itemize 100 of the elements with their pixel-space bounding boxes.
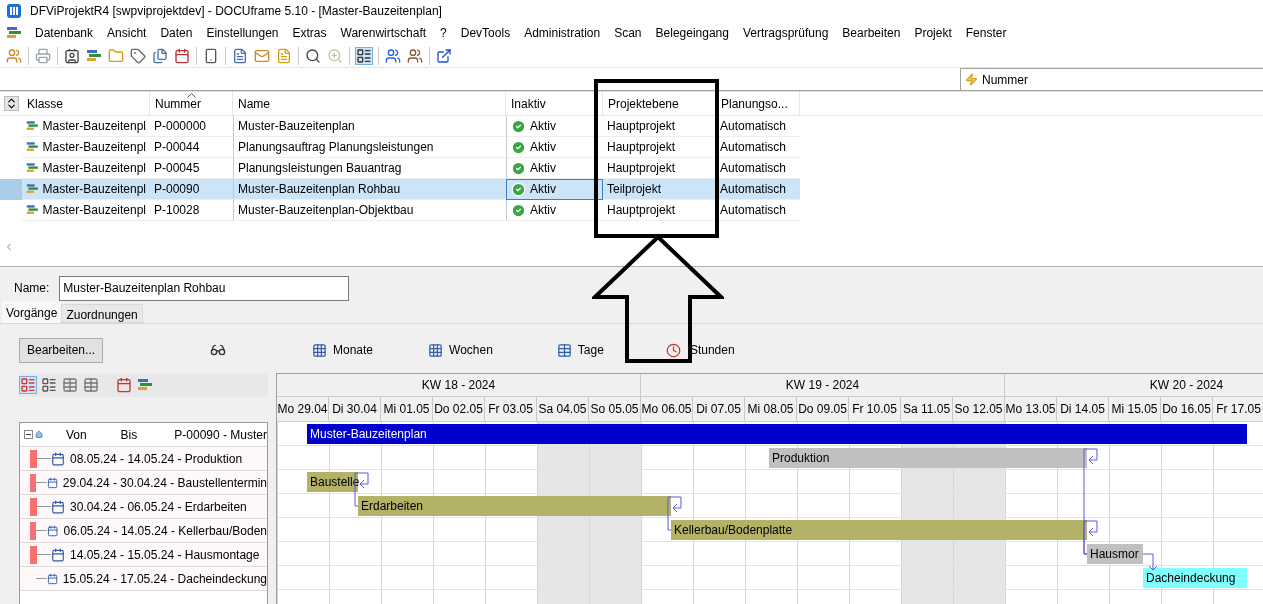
day-header: Mo 13.05 xyxy=(1005,397,1057,421)
name-field[interactable]: Muster-Bauzeitenplan Rohbau xyxy=(59,275,350,301)
glasses-icon[interactable] xyxy=(210,342,227,358)
window-title: DFViProjektR4 [swpviprojektdev] - DOCUframe 5.10 - [Master-Bauzeitenplan] xyxy=(30,3,442,20)
view-button[interactable]: Wochen xyxy=(428,341,493,359)
table-icon xyxy=(556,342,572,358)
day-header: Do 09.05 xyxy=(797,397,849,421)
table-cell: Master-Bauzeitenpl xyxy=(22,116,150,137)
tab[interactable]: Zuordnungen xyxy=(61,304,143,323)
check-icon xyxy=(511,139,526,155)
column-header[interactable]: Planungso... xyxy=(716,92,800,115)
menu-item[interactable]: Datenbank xyxy=(34,24,95,42)
gantt-bar[interactable]: Hausmor xyxy=(1087,544,1143,564)
edit-button[interactable]: Bearbeiten... xyxy=(19,337,104,363)
table-row[interactable]: Master-Bauzeitenpl P-00090 Muster-Bauzeitenplan Rohbau Aktiv Teilprojekt Automatisch xyxy=(0,179,1263,200)
table-row[interactable]: Master-Bauzeitenpl P-000000 Muster-Bauzeitenplan Aktiv Hauptprojekt Automatisch xyxy=(0,116,1263,137)
table-row[interactable]: Master-Bauzeitenpl P-00044 Planungsauftrag Planungsleistungen Aktiv Hauptprojekt Automatisch xyxy=(0,137,1263,158)
menu-item[interactable]: Warenwirtschaft xyxy=(339,24,428,42)
calendar-icon xyxy=(47,523,59,538)
calendar-icon xyxy=(51,451,65,466)
menu-item[interactable]: Daten xyxy=(159,24,194,42)
day-header: Do 02.05 xyxy=(433,397,485,421)
document-icon[interactable] xyxy=(232,47,248,64)
day-header: Sa 04.05 xyxy=(537,397,589,421)
menu-item[interactable]: Vertragsprüfung xyxy=(741,24,830,42)
contact-card-icon[interactable] xyxy=(64,47,80,64)
gantt-icon xyxy=(86,48,102,63)
form-icon[interactable] xyxy=(41,377,57,393)
stacked-bars-icon xyxy=(26,140,39,154)
menu-item[interactable]: Extras xyxy=(291,24,328,42)
clock-icon xyxy=(665,342,681,358)
mail-icon[interactable] xyxy=(254,47,270,64)
menu-item[interactable]: Bearbeiten xyxy=(841,24,902,42)
column-header[interactable]: Inaktiv xyxy=(506,92,603,115)
week-header: KW 19 - 2024 xyxy=(641,374,1005,396)
grid-icon xyxy=(312,342,327,358)
menu-item[interactable]: Einstellungen xyxy=(205,24,280,42)
gantt-bar[interactable]: Erdarbeiten xyxy=(358,496,671,516)
menu-item[interactable]: Fenster xyxy=(964,24,1008,42)
menu-item[interactable]: Projekt xyxy=(913,24,953,42)
column-header[interactable]: Name xyxy=(233,92,506,115)
table-cell: Hauptprojekt xyxy=(603,116,716,137)
search-icon[interactable] xyxy=(305,47,321,64)
users-icon[interactable] xyxy=(6,47,22,64)
gantt-bar[interactable]: Produktion xyxy=(769,448,1087,468)
table-icon[interactable] xyxy=(62,377,78,393)
table-cell: Hauptprojekt xyxy=(603,137,716,158)
column-header[interactable]: Nummer xyxy=(150,92,233,115)
table-icon[interactable] xyxy=(83,377,99,393)
day-header: So 05.05 xyxy=(589,397,641,421)
day-header: Mo 29.04 xyxy=(277,397,329,421)
gantt-bar[interactable]: Muster-Bauzeitenplan xyxy=(307,424,1247,444)
stacked-bars-icon xyxy=(26,119,39,133)
tag-icon[interactable] xyxy=(130,47,146,64)
dependency-arrow xyxy=(1142,553,1158,571)
check-icon xyxy=(511,202,526,218)
menu-item[interactable]: ? xyxy=(439,24,448,42)
menu-item[interactable]: Belegeingang xyxy=(654,24,730,42)
day-header: Di 30.04 xyxy=(329,397,381,421)
phone-icon[interactable] xyxy=(203,47,219,64)
table-cell: Automatisch xyxy=(716,137,800,158)
sort-toggle-icon[interactable] xyxy=(3,96,19,111)
tab[interactable]: Vorgänge xyxy=(2,301,62,323)
calendar-icon xyxy=(51,547,65,562)
table-cell: Automatisch xyxy=(716,200,800,221)
shortcut-icon[interactable] xyxy=(436,47,452,64)
column-header[interactable]: Klasse xyxy=(22,92,150,115)
gantt-bar[interactable]: Dacheindeckung xyxy=(1143,568,1247,588)
day-header: Fr 03.05 xyxy=(485,397,537,421)
column-header[interactable]: Projektebene xyxy=(603,92,716,115)
collapse-icon[interactable] xyxy=(24,430,33,439)
gantt-bar[interactable]: Kellerbau/Bodenplatte xyxy=(671,520,1087,540)
day-header: Fr 17.05 xyxy=(1213,397,1263,421)
calendar-icon xyxy=(46,475,58,490)
table-cell: P-10028 xyxy=(150,200,233,221)
table-cell: Automatisch xyxy=(716,116,800,137)
table-cell: Hauptprojekt xyxy=(603,200,716,221)
menu-item[interactable]: Ansicht xyxy=(106,24,148,42)
check-icon xyxy=(511,160,526,176)
day-header: Fr 10.05 xyxy=(849,397,901,421)
menu-item[interactable]: Administration xyxy=(523,24,602,42)
list-view-icon[interactable] xyxy=(356,47,372,64)
calendar-icon[interactable] xyxy=(174,47,190,64)
check-icon xyxy=(511,181,526,197)
menu-item[interactable]: Scan xyxy=(613,24,643,42)
filter-field[interactable]: Nummer xyxy=(960,68,1263,90)
app-icon xyxy=(6,3,22,19)
calendar-icon xyxy=(51,499,65,514)
column-header: P-00090 - Muster xyxy=(174,426,267,444)
view-button[interactable]: Tage xyxy=(556,341,604,359)
table-cell: Aktiv xyxy=(506,200,603,221)
table-row[interactable]: Master-Bauzeitenpl P-10028 Muster-Bauzeitenplan-Objektbau Aktiv Hauptprojekt Automatisch xyxy=(0,200,1263,221)
view-button[interactable]: Stunden xyxy=(665,341,735,359)
menu-item[interactable]: DevTools xyxy=(459,24,512,42)
view-button[interactable]: Monate xyxy=(312,341,374,359)
week-header: KW 20 - 2024 xyxy=(1005,374,1263,396)
day-header: So 12.05 xyxy=(953,397,1005,421)
day-header: Sa 11.05 xyxy=(901,397,953,421)
column-header: Bis xyxy=(120,426,138,444)
documents-icon[interactable] xyxy=(152,47,168,64)
